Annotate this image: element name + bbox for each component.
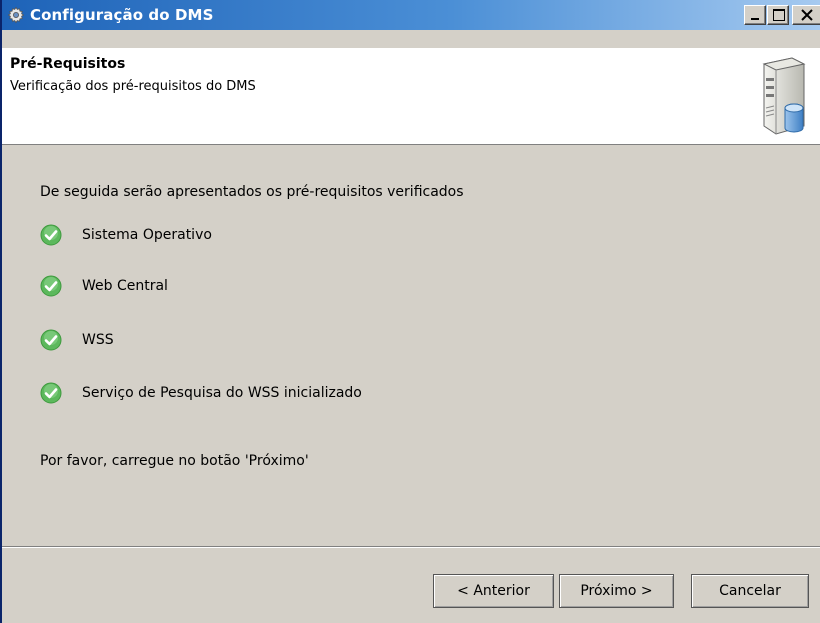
header-subtitle: Verificação dos pré-requisitos do DMS [10,79,256,94]
intro-text: De seguida serão apresentados os pré-req… [40,184,464,200]
previous-button[interactable]: < Anterior [433,574,554,608]
requirement-item: Serviço de Pesquisa do WSS inicializado [40,382,362,404]
close-button[interactable] [792,5,820,25]
requirement-item: Web Central [40,275,168,297]
minimize-button[interactable] [744,5,766,25]
requirement-label: WSS [82,332,114,348]
requirement-label: Serviço de Pesquisa do WSS inicializado [82,385,362,401]
cancel-button[interactable]: Cancelar [691,574,809,608]
requirement-item: Sistema Operativo [40,224,212,246]
close-icon [801,9,813,21]
check-circle-icon [40,329,62,351]
button-separator [2,546,820,548]
instruction-text: Por favor, carregue no botão 'Próximo' [40,453,309,469]
window-title: Configuração do DMS [30,6,214,24]
maximize-button[interactable] [767,5,789,25]
header-title: Pré-Requisitos [10,56,126,72]
wizard-header: Pré-Requisitos Verificação dos pré-requi… [2,48,820,145]
requirement-label: Web Central [82,278,168,294]
requirement-label: Sistema Operativo [82,227,212,243]
wizard-content: De seguida serão apresentados os pré-req… [2,146,820,546]
server-database-icon [762,57,806,135]
dialog-window: Configuração do DMS Pré-Requisitos Verif… [0,0,820,623]
check-circle-icon [40,382,62,404]
check-circle-icon [40,224,62,246]
title-bar[interactable]: Configuração do DMS [2,0,820,30]
requirement-item: WSS [40,329,114,351]
next-button[interactable]: Próximo > [559,574,674,608]
check-circle-icon [40,275,62,297]
gear-icon [6,5,26,25]
